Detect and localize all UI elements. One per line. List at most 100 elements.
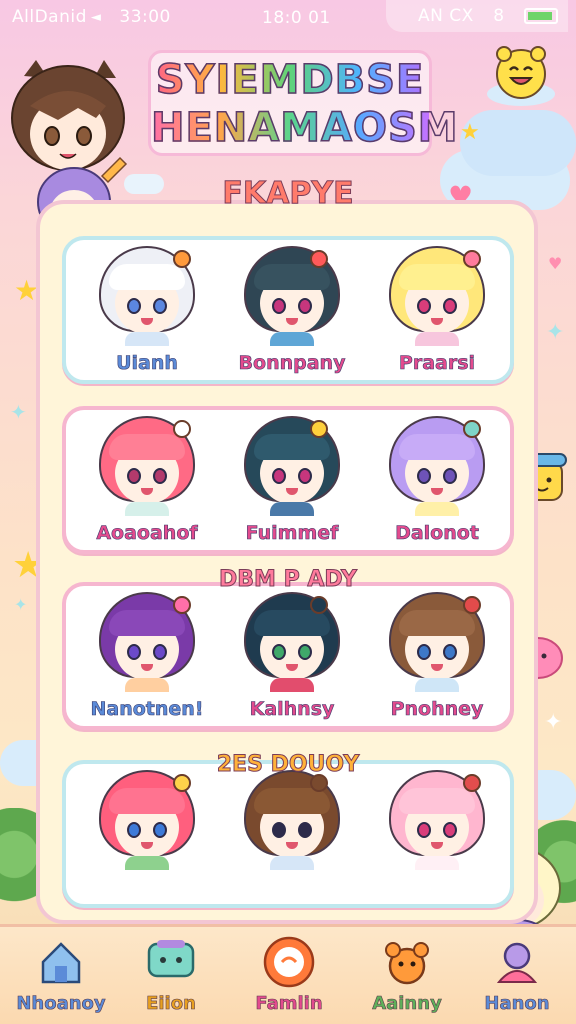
character-tile[interactable]: Aoaoahof bbox=[72, 416, 222, 552]
hair-accessory-icon bbox=[310, 250, 328, 268]
avatar-shirt bbox=[415, 678, 459, 692]
nav-item-create[interactable]: Famlin bbox=[234, 935, 344, 1023]
nav-item-chat[interactable]: Eiion bbox=[116, 935, 226, 1023]
nav-item-pet[interactable]: Aainny bbox=[352, 935, 462, 1023]
avatar-shirt bbox=[270, 332, 314, 346]
status-left: AllDanid ◄ 33:00 bbox=[12, 7, 171, 27]
bluetooth-icon: 8 bbox=[493, 6, 505, 26]
character-name: Nanotnen! bbox=[90, 698, 204, 721]
avatar-bangs bbox=[399, 610, 475, 636]
avatar-eye bbox=[298, 644, 312, 660]
character-avatar bbox=[240, 246, 344, 346]
avatar-eye bbox=[153, 468, 167, 484]
character-avatar bbox=[385, 246, 489, 346]
star-icon: ✦ bbox=[10, 400, 27, 424]
hair-accessory-icon bbox=[463, 596, 481, 614]
avatar-shirt bbox=[125, 332, 169, 346]
character-row-card bbox=[62, 760, 514, 908]
avatar-bangs bbox=[399, 434, 475, 460]
character-row-card: Uianh Bonnpany Praarsi bbox=[62, 236, 514, 384]
avatar-eye bbox=[153, 822, 167, 838]
signal-icon: ◄ bbox=[90, 9, 102, 25]
avatar-eye bbox=[127, 822, 141, 838]
nav-label: Aainny bbox=[372, 993, 442, 1015]
avatar-bangs bbox=[109, 434, 185, 460]
avatar-eye bbox=[417, 822, 431, 838]
hair-accessory-icon bbox=[310, 596, 328, 614]
character-tile[interactable]: Bonnpany bbox=[217, 246, 367, 382]
avatar-eye bbox=[153, 644, 167, 660]
avatar-eye bbox=[127, 298, 141, 314]
bottom-nav: Nhoanoy Eiion Famlin Aainny Hanon bbox=[0, 924, 576, 1024]
status-time-center: 18:0 01 bbox=[262, 8, 331, 28]
avatar-bangs bbox=[399, 264, 475, 290]
character-tile[interactable] bbox=[217, 770, 367, 906]
heart-icon: ♥ bbox=[548, 254, 563, 273]
character-tile[interactable]: Fuimmef bbox=[217, 416, 367, 552]
carrier-label: AllDanid bbox=[12, 7, 87, 27]
hair-accessory-icon bbox=[463, 420, 481, 438]
character-tile[interactable]: Nanotnen! bbox=[72, 592, 222, 728]
avatar-eye bbox=[127, 468, 141, 484]
home-icon bbox=[34, 935, 88, 989]
status-time-left: 33:00 bbox=[119, 7, 171, 27]
avatar-shirt bbox=[125, 856, 169, 870]
character-name: Dalonot bbox=[395, 522, 479, 545]
nav-label: Hanon bbox=[484, 993, 550, 1015]
character-avatar bbox=[240, 416, 344, 516]
nav-item-profile[interactable]: Hanon bbox=[462, 935, 572, 1023]
nav-item-home[interactable]: Nhoanoy bbox=[6, 935, 116, 1023]
status-right: AN CX 8 bbox=[386, 0, 568, 32]
avatar-eye bbox=[443, 468, 457, 484]
star-icon: ✦ bbox=[546, 320, 565, 345]
avatar-eye bbox=[417, 468, 431, 484]
character-tile[interactable]: Praarsi bbox=[362, 246, 512, 382]
avatar-eye bbox=[127, 644, 141, 660]
avatar-shirt bbox=[415, 332, 459, 346]
avatar-shirt bbox=[270, 678, 314, 692]
avatar-shirt bbox=[270, 502, 314, 516]
avatar-eye bbox=[153, 298, 167, 314]
character-avatar bbox=[385, 416, 489, 516]
character-tile[interactable]: Pnohney bbox=[362, 592, 512, 728]
character-tile[interactable]: Kalhnsy bbox=[217, 592, 367, 728]
avatar-eye bbox=[272, 298, 286, 314]
avatar-eye bbox=[417, 298, 431, 314]
avatar-shirt bbox=[125, 678, 169, 692]
character-avatar bbox=[95, 416, 199, 516]
hair-accessory-icon bbox=[310, 420, 328, 438]
character-name: Bonnpany bbox=[238, 352, 346, 375]
avatar-eye bbox=[272, 822, 286, 838]
chat-icon bbox=[144, 935, 198, 989]
avatar-shirt bbox=[415, 502, 459, 516]
character-avatar bbox=[385, 770, 489, 870]
section-label-4: 2ES DOUOY bbox=[216, 752, 360, 778]
character-tile[interactable] bbox=[72, 770, 222, 906]
nav-label: Eiion bbox=[146, 993, 196, 1015]
hair-accessory-icon bbox=[173, 596, 191, 614]
nav-label: Nhoanoy bbox=[16, 993, 106, 1015]
avatar-shirt bbox=[125, 502, 169, 516]
character-tile[interactable] bbox=[362, 770, 512, 906]
avatar-eye bbox=[298, 822, 312, 838]
character-avatar bbox=[240, 592, 344, 692]
character-tile[interactable]: Dalonot bbox=[362, 416, 512, 552]
avatar-bangs bbox=[109, 610, 185, 636]
character-tile[interactable]: Uianh bbox=[72, 246, 222, 382]
battery-icon bbox=[523, 8, 558, 24]
character-avatar bbox=[95, 246, 199, 346]
avatar-bangs bbox=[109, 264, 185, 290]
section-label-3: DBM P ADY bbox=[219, 567, 358, 593]
avatar-eye bbox=[417, 644, 431, 660]
character-row-card: Aoaoahof Fuimmef Dalonot bbox=[62, 406, 514, 554]
hair-accessory-icon bbox=[173, 420, 191, 438]
avatar-eye bbox=[272, 644, 286, 660]
character-avatar bbox=[95, 770, 199, 870]
status-network-label: AN CX bbox=[418, 6, 474, 26]
character-avatar bbox=[385, 592, 489, 692]
avatar-shirt bbox=[415, 856, 459, 870]
app-title-line-1: SYIEMDBSE bbox=[151, 56, 429, 104]
status-bar: AllDanid ◄ 33:00 18:0 01 AN CX 8 bbox=[0, 0, 576, 34]
character-name: Pnohney bbox=[390, 698, 484, 721]
avatar-eye bbox=[298, 468, 312, 484]
